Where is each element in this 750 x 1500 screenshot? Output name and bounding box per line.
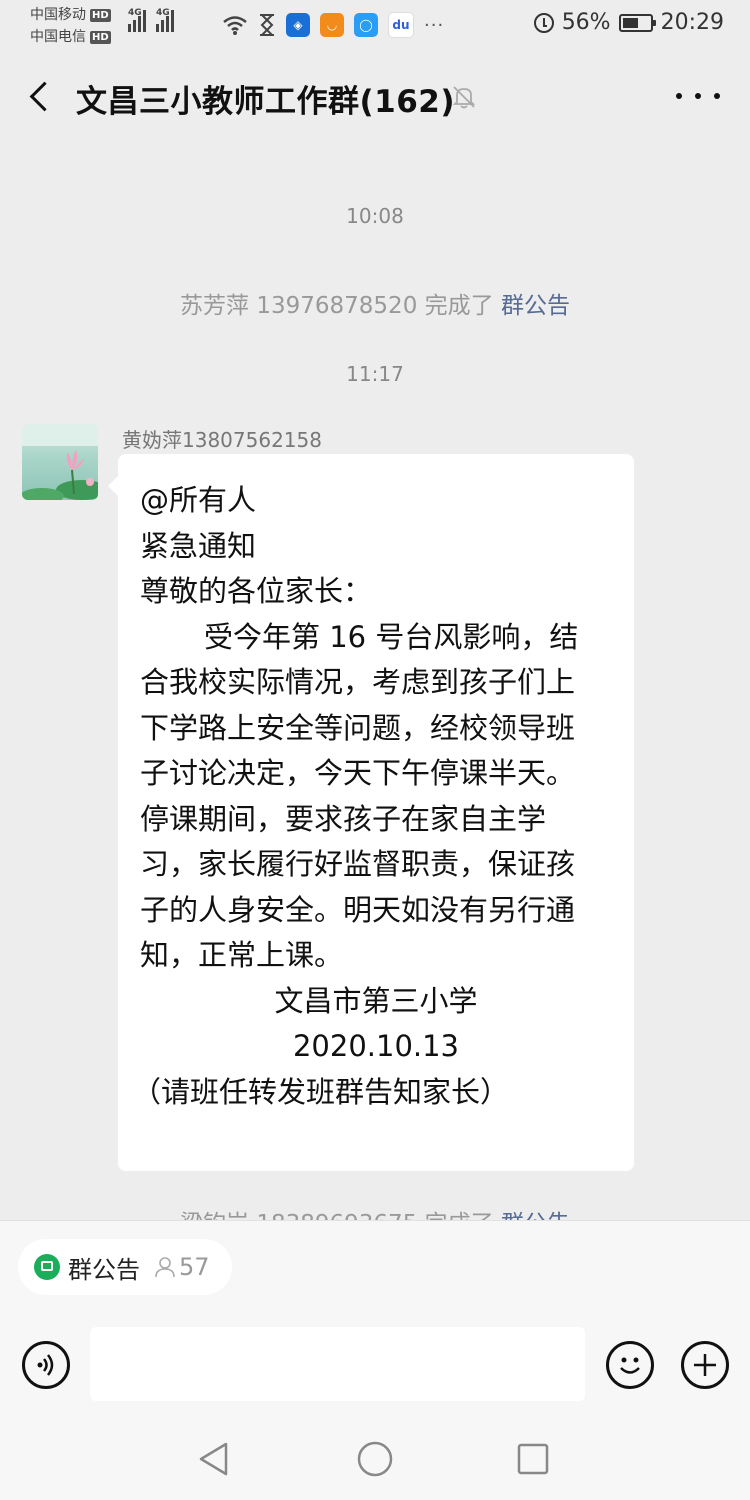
voice-icon <box>37 1354 54 1376</box>
uc-browser-icon: ◡ <box>320 13 344 37</box>
nav-recents-icon[interactable] <box>516 1442 550 1476</box>
more-notifications-icon: ··· <box>424 14 445 36</box>
message-line: 知，正常上课。 <box>140 938 344 972</box>
battery-icon <box>618 13 656 32</box>
lotus-avatar-image <box>22 424 98 500</box>
message-line: 停课期间，要求孩子在家自主学 <box>140 801 547 836</box>
status-bar: 中国移动 HD 中国电信 HD 4G 4G ◈ ◡ ◯ du ··· 56% 2… <box>0 0 750 52</box>
battery-percent: 56% <box>561 10 611 35</box>
message-line: 子讨论决定，今天下午停课半天。 <box>140 756 576 790</box>
shield-app-icon: ◈ <box>286 13 310 37</box>
clock: 20:29 <box>660 10 724 35</box>
message-line: 习，家长履行好监督职责，保证孩 <box>140 847 576 881</box>
chat-messages[interactable]: 10:08 苏芳萍 13976878520 完成了 群公告 11:17 黄妫萍1… <box>0 134 750 1220</box>
message-line: 尊敬的各位家长： <box>140 574 373 608</box>
emoji-button[interactable] <box>606 1341 654 1389</box>
baidu-icon: du <box>388 12 414 38</box>
message-input[interactable] <box>90 1327 585 1401</box>
announcement-link[interactable]: 群公告 <box>501 293 570 319</box>
more-functions-button[interactable] <box>681 1341 729 1389</box>
announcement-chip-label: 群公告 <box>68 1255 140 1284</box>
announcement-icon <box>34 1254 60 1280</box>
system-message-text: 苏芳萍 13976878520 完成了 <box>180 293 501 319</box>
message-line: 子的人身安全。明天如没有另行通 <box>140 892 576 927</box>
carrier-1-label: 中国移动 <box>30 7 86 23</box>
back-button[interactable] <box>24 78 58 114</box>
network-type-1: 4G <box>128 8 142 18</box>
message-note: （请班任转发班群告知家长） <box>132 1074 510 1109</box>
plus-icon <box>694 1354 716 1376</box>
read-count-value: 57 <box>179 1253 210 1281</box>
signal-2-icon: 4G <box>156 8 174 32</box>
carrier-row-1: 中国移动 HD <box>30 4 111 26</box>
hd-badge: HD <box>90 30 111 44</box>
carrier-row-2: 中国电信 HD <box>30 26 111 48</box>
wifi-icon <box>223 16 247 35</box>
message-bubble[interactable]: @所有人 紧急通知 尊敬的各位家长： 受今年第 16 号台风影响，结 合我校实际… <box>108 454 634 1171</box>
smile-icon <box>620 1357 640 1374</box>
chat-title: 文昌三小教师工作群(162) <box>76 84 456 120</box>
chat-header: 文昌三小教师工作群(162) <box>0 58 750 134</box>
message-date: 2020.10.13 <box>292 1029 460 1063</box>
carrier-info: 中国移动 HD 中国电信 HD <box>30 4 111 48</box>
browser-app-icon: ◯ <box>354 13 378 37</box>
input-bar <box>0 1320 750 1420</box>
read-count: 57 <box>154 1253 210 1281</box>
message-line: @所有人 <box>140 483 257 517</box>
hd-badge: HD <box>90 8 111 22</box>
alarm-icon <box>533 12 554 33</box>
message-signature: 文昌市第三小学 <box>274 983 478 1018</box>
network-type-2: 4G <box>156 8 170 18</box>
person-icon <box>155 1257 175 1278</box>
voice-button[interactable] <box>22 1341 70 1389</box>
message-line: 合我校实际情况，考虑到孩子们上 <box>140 665 576 699</box>
hourglass-icon <box>260 14 274 36</box>
announcement-link[interactable]: 群公告 <box>501 1211 570 1220</box>
nav-home-icon[interactable] <box>356 1440 394 1478</box>
sender-name: 黄妫萍13807562158 <box>122 428 322 452</box>
system-message: 苏芳萍 13976878520 完成了 群公告 <box>0 286 750 320</box>
system-navigation-bar <box>0 1420 750 1500</box>
system-message: 梁钧岩 18389693675 完成了 群公告 <box>0 1204 750 1220</box>
signal-indicators: 4G 4G <box>128 8 174 32</box>
nav-back-icon[interactable] <box>196 1440 232 1478</box>
timestamp: 10:08 <box>346 204 404 228</box>
mute-bell-icon <box>452 86 476 109</box>
message-line: 受今年第 16 号台风影响，结 <box>204 619 579 654</box>
carrier-2-label: 中国电信 <box>30 29 86 45</box>
timestamp: 11:17 <box>346 362 404 386</box>
status-right: 56% 20:29 <box>533 10 724 35</box>
message-line: 紧急通知 <box>140 528 257 563</box>
system-message-text: 梁钧岩 18389693675 完成了 <box>180 1211 501 1220</box>
signal-1-icon: 4G <box>128 8 146 32</box>
more-options-button[interactable] <box>676 84 720 108</box>
notification-icons: ◈ ◡ ◯ du ··· <box>222 12 444 38</box>
sender-avatar[interactable] <box>22 424 98 500</box>
group-announcement-chip[interactable]: 群公告 57 <box>18 1239 232 1295</box>
message-line: 下学路上安全等问题，经校领导班 <box>140 710 576 745</box>
